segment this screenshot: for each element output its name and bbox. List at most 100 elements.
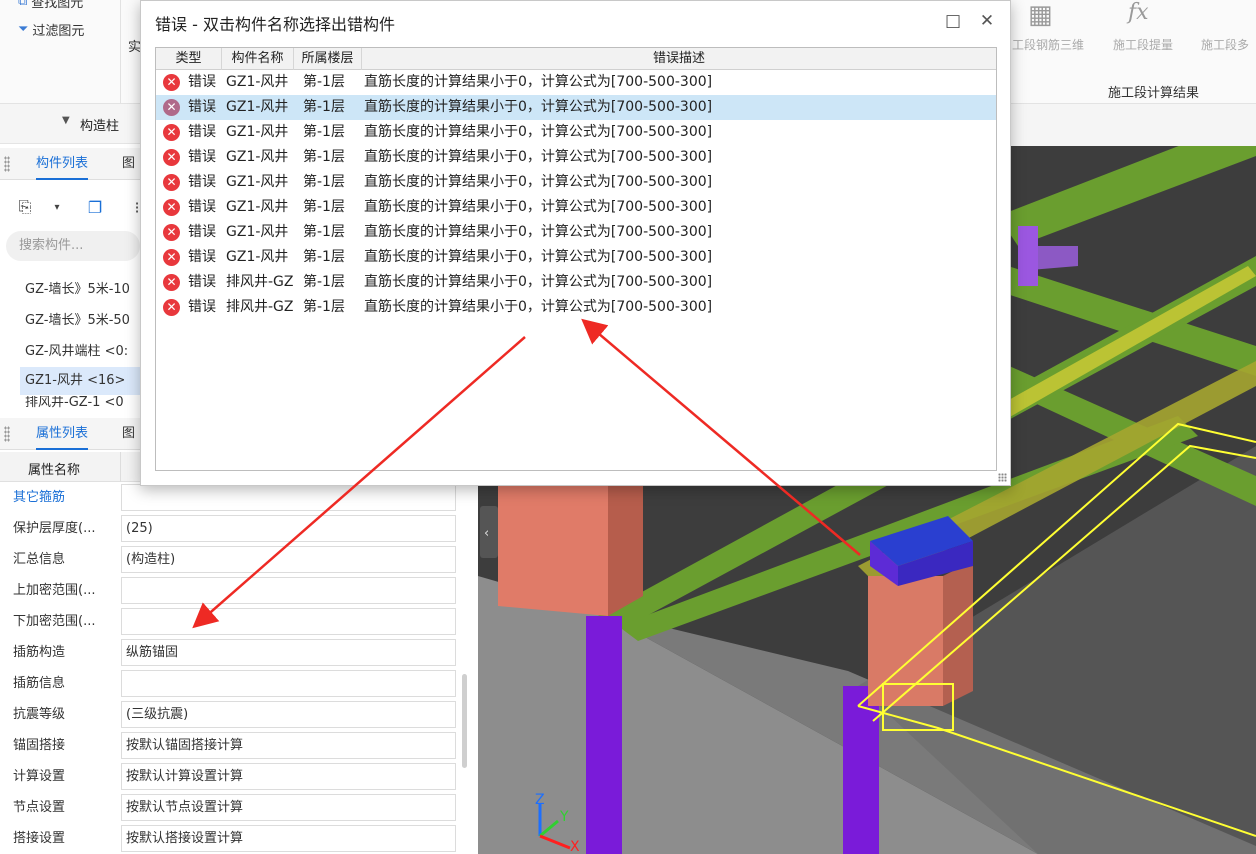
property-row: 计算设置 按默认计算设置计算 [0,761,460,792]
row-component-name[interactable]: GZ1-风井 [226,195,288,220]
error-list-header: 类型 构件名称 所属楼层 错误描述 [156,48,996,70]
error-icon: ✕ [163,274,180,291]
new-dropdown-icon[interactable]: ▾ [44,194,70,220]
list-item[interactable]: GZ-墙长》5米-50 [20,307,140,335]
row-component-name[interactable]: GZ1-风井 [226,145,288,170]
row-component-name[interactable]: GZ1-风井 [226,170,288,195]
error-dialog: 错误 - 双击构件名称选择出错构件 □ ✕ 类型 构件名称 所属楼层 错误描述 … [140,0,1011,486]
row-component-name[interactable]: GZ1-风井 [226,95,288,120]
row-type: 错误 [188,274,216,290]
panel-grip-icon[interactable] [4,156,10,172]
property-name: 搭接设置 [13,831,66,846]
row-type: 错误 [188,174,216,190]
column-header-name[interactable]: 构件名称 [222,48,294,70]
property-row: 下加密范围(... [0,606,460,637]
property-value[interactable]: (三级抗震) [121,701,456,728]
find-icon: ⧉ [18,0,28,9]
filter-element-label: 过滤图元 [32,24,85,39]
property-value[interactable]: 按默认锚固搭接计算 [121,732,456,759]
row-description: 直筋长度的计算结果小于0，计算公式为[700-500-300] [364,174,713,190]
component-type-label: 构造柱 [80,119,120,134]
filter-element-button[interactable]: ⏷ 过滤图元 [18,20,84,39]
ribbon-tool-quantity[interactable]: 施工段提量 [1113,36,1173,53]
table-row[interactable]: ✕ 错误 GZ1-风井 第-1层 直筋长度的计算结果小于0，计算公式为[700-… [156,195,996,220]
find-element-button[interactable]: ⧉ 查找图元 [18,0,83,11]
property-scrollbar[interactable] [462,674,467,768]
property-value[interactable]: 按默认节点设置计算 [121,794,456,821]
property-value[interactable]: 按默认计算设置计算 [121,763,456,790]
row-type: 错误 [188,299,216,315]
axis-x-label: X [570,839,580,854]
axis-z-label: Z [535,792,545,808]
property-value[interactable]: (构造柱) [121,546,456,573]
ribbon-tool-rebar3d[interactable]: 工段钢筋三维 [1012,36,1084,53]
filter-icon: ⏷ [18,22,29,37]
row-description: 直筋长度的计算结果小于0，计算公式为[700-500-300] [364,99,713,115]
component-search-input[interactable]: 搜索构件... [6,231,140,261]
property-name: 抗震等级 [13,707,66,722]
property-value[interactable]: (25) [121,515,456,542]
list-item[interactable]: 排风井-GZ-1 <0 [20,396,140,410]
close-icon[interactable]: ✕ [975,9,999,33]
row-component-name[interactable]: 排风井-GZ [226,270,294,295]
row-component-name[interactable]: 排风井-GZ [226,295,294,320]
column-header-floor[interactable]: 所属楼层 [294,48,362,70]
column-header-type[interactable]: 类型 [156,48,222,70]
property-row: 节点设置 按默认节点设置计算 [0,792,460,823]
row-component-name[interactable]: GZ1-风井 [226,220,288,245]
dialog-title: 错误 - 双击构件名称选择出错构件 [155,15,395,34]
property-value[interactable] [121,670,456,697]
row-floor: 第-1层 [303,99,345,115]
row-type: 错误 [188,199,216,215]
property-value[interactable]: 按默认搭接设置计算 [121,825,456,852]
table-row-selected[interactable]: ✕ 错误 GZ1-风井 第-1层 直筋长度的计算结果小于0，计算公式为[700-… [156,95,996,120]
table-row[interactable]: ✕ 错误 排风井-GZ 第-1层 直筋长度的计算结果小于0，计算公式为[700-… [156,270,996,295]
rebar-3d-icon: ▦ [1028,0,1053,30]
row-description: 直筋长度的计算结果小于0，计算公式为[700-500-300] [364,149,713,165]
row-floor: 第-1层 [303,299,345,315]
table-row[interactable]: ✕ 错误 GZ1-风井 第-1层 直筋长度的计算结果小于0，计算公式为[700-… [156,70,996,95]
tab-property-list[interactable]: 属性列表 [36,418,89,450]
error-icon: ✕ [163,74,180,91]
maximize-icon[interactable]: □ [941,9,965,33]
property-name: 其它箍筋 [13,490,66,505]
property-name: 保护层厚度(... [13,521,96,536]
table-row[interactable]: ✕ 错误 GZ1-风井 第-1层 直筋长度的计算结果小于0，计算公式为[700-… [156,170,996,195]
table-row[interactable]: ✕ 错误 GZ1-风井 第-1层 直筋长度的计算结果小于0，计算公式为[700-… [156,220,996,245]
list-item[interactable]: GZ-风井端柱 <0: [20,338,140,366]
row-component-name[interactable]: GZ1-风井 [226,245,288,270]
table-row[interactable]: ✕ 错误 GZ1-风井 第-1层 直筋长度的计算结果小于0，计算公式为[700-… [156,245,996,270]
property-name: 插筋构造 [13,645,66,660]
list-item-selected[interactable]: GZ1-风井 <16> [20,367,140,395]
table-row[interactable]: ✕ 错误 GZ1-风井 第-1层 直筋长度的计算结果小于0，计算公式为[700-… [156,145,996,170]
list-item[interactable]: GZ-墙长》5米-10 [20,276,140,304]
column-header-description[interactable]: 错误描述 [362,48,996,70]
new-component-icon[interactable]: ⎘ [12,194,38,220]
row-component-name[interactable]: GZ1-风井 [226,70,288,95]
row-component-name[interactable]: GZ1-风井 [226,120,288,145]
resize-grip-icon[interactable] [998,473,1007,482]
error-icon: ✕ [163,99,180,116]
row-type: 错误 [188,249,216,265]
property-name-header: 属性名称 [28,463,81,478]
property-value[interactable]: 纵筋锚固 [121,639,456,666]
property-row: 搭接设置 按默认搭接设置计算 [0,823,460,854]
table-row[interactable]: ✕ 错误 GZ1-风井 第-1层 直筋长度的计算结果小于0，计算公式为[700-… [156,120,996,145]
property-value[interactable] [121,484,456,511]
ribbon-tool-multi[interactable]: 施工段多 [1201,36,1249,53]
property-name: 上加密范围(... [13,583,96,598]
row-description: 直筋长度的计算结果小于0，计算公式为[700-500-300] [364,74,713,90]
property-value[interactable] [121,577,456,604]
table-row[interactable]: ✕ 错误 排风井-GZ 第-1层 直筋长度的计算结果小于0，计算公式为[700-… [156,295,996,320]
tab-layer-manager[interactable]: 图 [122,148,135,180]
tab-layer-manager-2[interactable]: 图 [122,418,135,450]
property-value[interactable] [121,608,456,635]
panel-grip-icon[interactable] [4,426,10,442]
property-row: 抗震等级 (三级抗震) [0,699,460,730]
property-name: 下加密范围(... [13,614,96,629]
tab-component-list[interactable]: 构件列表 [36,148,89,180]
error-icon: ✕ [163,249,180,266]
row-type: 错误 [188,149,216,165]
viewport-toolbar-strip [1010,104,1256,146]
copy-component-icon[interactable]: ❐ [82,194,108,220]
